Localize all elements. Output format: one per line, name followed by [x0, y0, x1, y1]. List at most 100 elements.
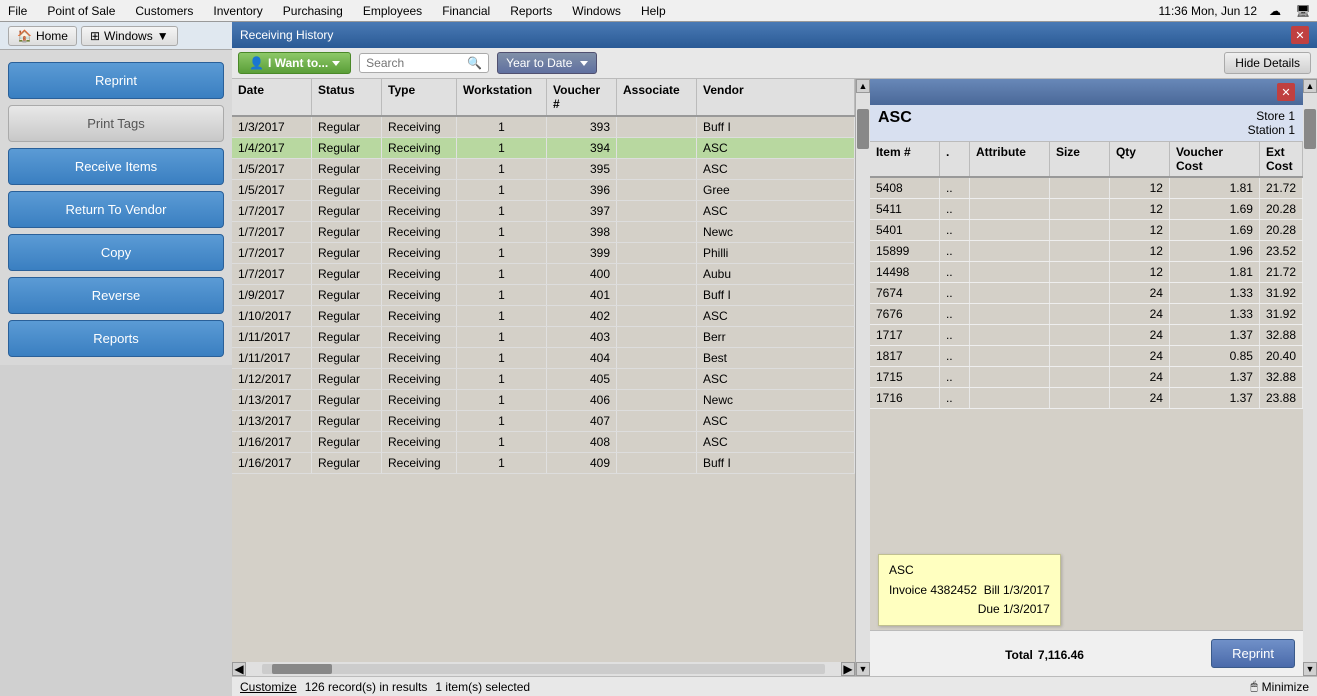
detail-close-button[interactable]: ✕ [1277, 83, 1295, 101]
menu-file[interactable]: File [4, 2, 31, 20]
table-row[interactable]: 1/13/2017 Regular Receiving 1 407 ASC [232, 411, 855, 432]
return-to-vendor-button[interactable]: Return To Vendor [8, 191, 224, 228]
selected-count: 1 item(s) selected [435, 680, 530, 694]
detail-scroll-up[interactable]: ▲ [1303, 79, 1317, 93]
search-input[interactable] [366, 56, 467, 70]
detail-table-header: Item # . Attribute Size Qty Voucher Cost… [870, 141, 1303, 178]
col-status[interactable]: Status [312, 79, 382, 115]
print-tags-button[interactable]: Print Tags [8, 105, 224, 142]
detail-row[interactable]: 7674 .. 24 1.33 31.92 [870, 283, 1303, 304]
search-box[interactable]: 🔍 [359, 53, 489, 73]
table-row[interactable]: 1/12/2017 Regular Receiving 1 405 ASC [232, 369, 855, 390]
dcol-vcost[interactable]: Voucher Cost [1170, 142, 1260, 176]
scroll-thumb[interactable] [272, 664, 332, 674]
table-body: 1/3/2017 Regular Receiving 1 393 Buff I … [232, 117, 855, 662]
table-row[interactable]: 1/3/2017 Regular Receiving 1 393 Buff I [232, 117, 855, 138]
menu-purchasing[interactable]: Purchasing [279, 2, 347, 20]
detail-reprint-button[interactable]: Reprint [1211, 639, 1295, 668]
table-row[interactable]: 1/7/2017 Regular Receiving 1 397 ASC [232, 201, 855, 222]
horizontal-scrollbar[interactable]: ◀ ▶ [232, 662, 855, 676]
table-row[interactable]: 1/10/2017 Regular Receiving 1 402 ASC [232, 306, 855, 327]
rh-toolbar: 👤 I Want to... 🔍 Year to Date Hide Detai… [232, 48, 1317, 79]
home-button[interactable]: 🏠 Home [8, 26, 77, 46]
windows-button[interactable]: ⊞ Windows ▼ [81, 26, 178, 46]
detail-row[interactable]: 7676 .. 24 1.33 31.92 [870, 304, 1303, 325]
detail-row[interactable]: 14498 .. 12 1.81 21.72 [870, 262, 1303, 283]
menu-reports[interactable]: Reports [506, 2, 556, 20]
detail-titlebar: ✕ [870, 79, 1303, 105]
table-row[interactable]: 1/13/2017 Regular Receiving 1 406 Newc [232, 390, 855, 411]
invoice-tooltip: ASC Invoice 4382452 Bill 1/3/2017 Due 1/… [878, 554, 1061, 626]
detail-scroll-thumb[interactable] [1304, 109, 1316, 149]
menu-customers[interactable]: Customers [131, 2, 197, 20]
table-row[interactable]: 1/16/2017 Regular Receiving 1 409 Buff I [232, 453, 855, 474]
detail-row[interactable]: 1817 .. 24 0.85 20.40 [870, 346, 1303, 367]
reprint-button[interactable]: Reprint [8, 62, 224, 99]
detail-header: ASC Store 1 Station 1 [870, 105, 1303, 141]
col-associate[interactable]: Associate [617, 79, 697, 115]
dcol-dot: . [940, 142, 970, 176]
dcol-qty[interactable]: Qty [1110, 142, 1170, 176]
hide-details-button[interactable]: Hide Details [1224, 52, 1311, 74]
date-filter[interactable]: Year to Date [497, 52, 597, 74]
table-row[interactable]: 1/5/2017 Regular Receiving 1 396 Gree [232, 180, 855, 201]
table-header: Date Status Type Workstation Voucher # A… [232, 79, 855, 117]
reverse-button[interactable]: Reverse [8, 277, 224, 314]
table-row[interactable]: 1/7/2017 Regular Receiving 1 398 Newc [232, 222, 855, 243]
menu-help[interactable]: Help [637, 2, 670, 20]
table-row[interactable]: 1/7/2017 Regular Receiving 1 400 Aubu [232, 264, 855, 285]
menu-employees[interactable]: Employees [359, 2, 426, 20]
receiving-history-close[interactable]: ✕ [1291, 26, 1309, 44]
col-vendor[interactable]: Vendor [697, 79, 855, 115]
menu-inventory[interactable]: Inventory [209, 2, 266, 20]
table-row[interactable]: 1/16/2017 Regular Receiving 1 408 ASC [232, 432, 855, 453]
date-filter-arrow-icon [580, 61, 588, 66]
dcol-item[interactable]: Item # [870, 142, 940, 176]
vertical-scrollbar[interactable]: ▲ ▼ [856, 79, 870, 676]
dcol-attr[interactable]: Attribute [970, 142, 1050, 176]
detail-row[interactable]: 15899 .. 12 1.96 23.52 [870, 241, 1303, 262]
detail-vendor-name: ASC [878, 109, 912, 137]
copy-button[interactable]: Copy [8, 234, 224, 271]
dcol-size[interactable]: Size [1050, 142, 1110, 176]
col-type[interactable]: Type [382, 79, 457, 115]
table-row[interactable]: 1/11/2017 Regular Receiving 1 404 Best [232, 348, 855, 369]
detail-row[interactable]: 1717 .. 24 1.37 32.88 [870, 325, 1303, 346]
reports-button[interactable]: Reports [8, 320, 224, 357]
detail-vertical-scrollbar[interactable]: ▲ ▼ [1303, 79, 1317, 676]
iwant-button[interactable]: 👤 I Want to... [238, 52, 351, 74]
col-voucher[interactable]: Voucher # [547, 79, 617, 115]
scroll-right-button[interactable]: ▶ [841, 662, 855, 676]
dcol-ecost[interactable]: Ext Cost [1260, 142, 1303, 176]
menu-financial[interactable]: Financial [438, 2, 494, 20]
menu-pos[interactable]: Point of Sale [43, 2, 119, 20]
detail-scroll-down[interactable]: ▼ [1303, 662, 1317, 676]
search-icon: 🔍 [467, 56, 482, 70]
col-date[interactable]: Date [232, 79, 312, 115]
scroll-up-button[interactable]: ▲ [856, 79, 870, 93]
table-row[interactable]: 1/9/2017 Regular Receiving 1 401 Buff I [232, 285, 855, 306]
customize-link[interactable]: Customize [240, 680, 297, 694]
table-row[interactable]: 1/5/2017 Regular Receiving 1 395 ASC [232, 159, 855, 180]
cloud-icon: ☁ [1265, 3, 1285, 19]
person-icon: 👤 [249, 56, 264, 70]
scroll-thumb[interactable] [857, 109, 869, 149]
detail-row[interactable]: 1715 .. 24 1.37 32.88 [870, 367, 1303, 388]
scroll-left-button[interactable]: ◀ [232, 662, 246, 676]
detail-row[interactable]: 5408 .. 12 1.81 21.72 [870, 178, 1303, 199]
col-workstation[interactable]: Workstation [457, 79, 547, 115]
table-row[interactable]: 1/7/2017 Regular Receiving 1 399 Philli [232, 243, 855, 264]
detail-row[interactable]: 1716 .. 24 1.37 23.88 [870, 388, 1303, 409]
receiving-history-title: Receiving History [240, 28, 333, 42]
scroll-down-button[interactable]: ▼ [856, 662, 870, 676]
receive-items-button[interactable]: Receive Items [8, 148, 224, 185]
home-icon: 🏠 [17, 29, 32, 43]
windows-label: Windows [104, 29, 153, 43]
menu-windows[interactable]: Windows [568, 2, 625, 20]
scroll-track [262, 664, 825, 674]
table-row[interactable]: 1/11/2017 Regular Receiving 1 403 Berr [232, 327, 855, 348]
detail-row[interactable]: 5411 .. 12 1.69 20.28 [870, 199, 1303, 220]
table-row[interactable]: 1/4/2017 Regular Receiving 1 394 ASC [232, 138, 855, 159]
minimize-button[interactable]: 🖱 Minimize [1250, 679, 1309, 694]
detail-row[interactable]: 5401 .. 12 1.69 20.28 [870, 220, 1303, 241]
